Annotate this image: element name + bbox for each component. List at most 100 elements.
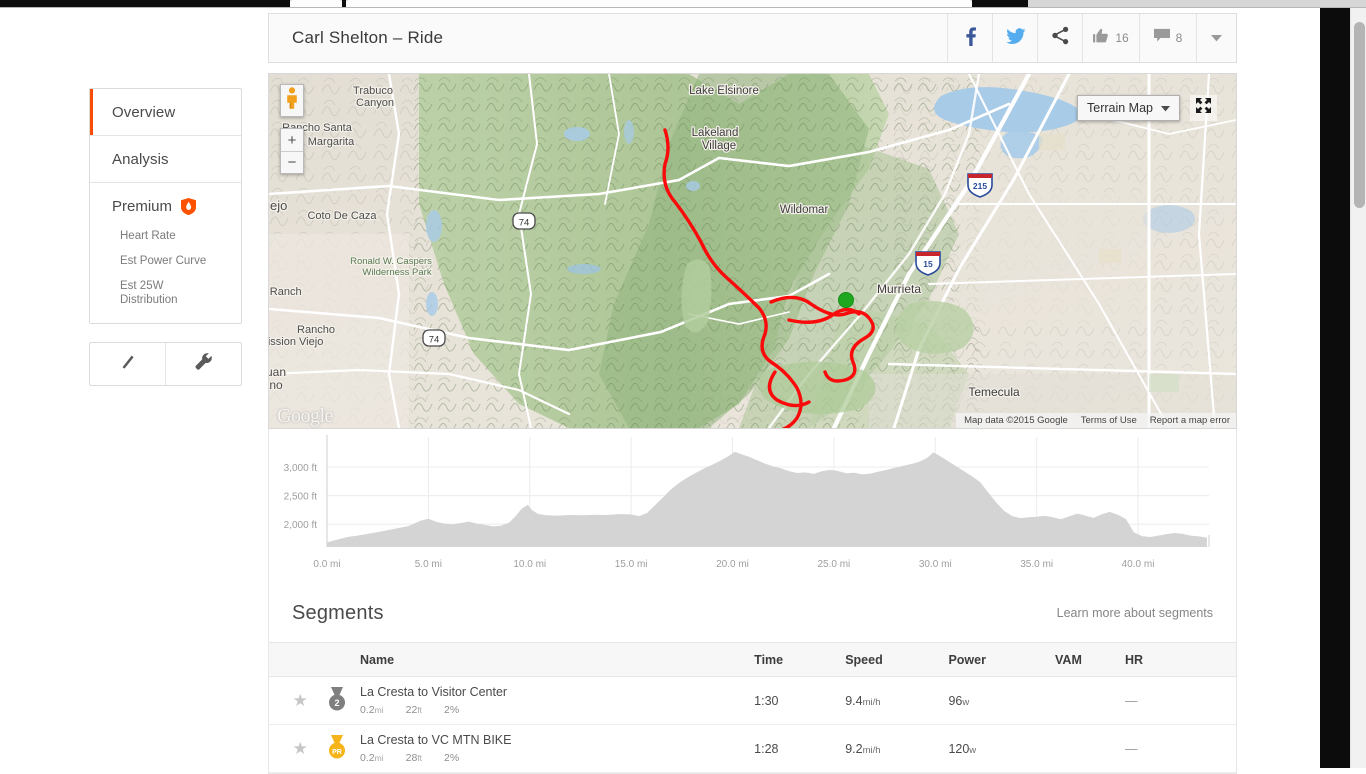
more-options-button[interactable] [1196,14,1236,62]
elevation-area [327,451,1207,547]
share-button[interactable] [1037,14,1082,62]
elevation-chart[interactable]: 2,000 ft 2,500 ft 3,000 ft 0.0 mi 5.0 mi 10.… [268,429,1237,584]
sidebar-item-heart-rate[interactable]: Heart Rate [120,229,212,243]
segment-hr: — [1124,724,1236,773]
window-right-edge [1320,8,1350,768]
sidebar-item-premium[interactable]: Premium [90,183,241,229]
map-zoom-out-button[interactable]: − [281,151,303,173]
elevation-chart-svg: 2,000 ft 2,500 ft 3,000 ft 0.0 mi 5.0 mi 10.… [284,435,1210,570]
map-data-attribution: Map data ©2015 Google [964,415,1068,426]
comment-icon [1153,28,1170,48]
chart-x-tick-label: 0.0 mi [313,559,340,570]
column-header-vam[interactable]: VAM [1055,642,1125,677]
star-icon[interactable]: ★ [293,691,308,710]
segment-medal-cell: 2 [313,676,361,725]
segment-distance: 0.2mi [360,752,384,764]
svg-text:2: 2 [334,698,339,708]
segment-time: 1:30 [754,676,846,725]
medal-icon: 2 [327,687,347,715]
sidebar-item-premium-label: Premium [112,197,173,215]
scrollbar-thumb[interactable] [1354,22,1365,208]
kudos-button[interactable]: 16 [1082,14,1139,62]
column-header-name[interactable]: Name [360,642,755,677]
segment-name-cell[interactable]: La Cresta to VC MTN BIKE 0.2mi 28ft 2% [360,724,755,773]
map-fullscreen-button[interactable] [1190,95,1217,121]
map-type-label: Terrain Map [1087,101,1153,115]
medal-icon: PR [327,735,347,763]
activity-settings-button[interactable] [165,343,241,385]
wrench-icon [194,352,213,376]
map-report-error-link[interactable]: Report a map error [1150,415,1230,426]
twitter-share-button[interactable] [992,14,1037,62]
premium-shield-icon [181,197,197,215]
comments-button[interactable]: 8 [1139,14,1196,62]
thumbs-up-icon [1093,28,1109,49]
browser-chrome-right [972,0,1028,7]
segments-table-body: ★ 2 La Cresta to Visitor Center 0.2mi 22ft 2%… [269,676,1236,773]
segment-star-cell[interactable]: ★ [269,676,314,725]
premium-subnav: Heart Rate Est Power Curve Est 25W Distr… [90,229,241,323]
column-header-medal [313,642,361,677]
segment-medal-cell: PR [313,724,361,773]
chart-x-tick-label: 10.0 mi [513,559,546,570]
segment-name-link[interactable]: La Cresta to Visitor Center [360,685,754,699]
share-icon [1051,26,1070,50]
map-zoom-control[interactable]: + − [280,128,304,174]
segment-star-cell[interactable]: ★ [269,724,314,773]
segments-table-header: Name Time Speed Power VAM HR [269,642,1236,677]
column-header-power[interactable]: Power [948,642,1056,677]
activity-map[interactable]: Trabuco Canyon Rancho Santa Margarita Coto D… [268,73,1237,429]
kudos-count: 16 [1115,31,1129,45]
browser-tab-inactive[interactable] [290,0,342,7]
segment-time: 1:28 [754,724,846,773]
segment-elevation: 28ft [405,752,423,764]
segments-section: Segments Learn more about segments Name … [268,584,1237,774]
map-zoom-in-button[interactable]: + [281,129,303,151]
chart-x-tick-label: 35.0 mi [1020,559,1053,570]
sidebar-item-analysis[interactable]: Analysis [90,136,241,183]
main-content: Carl Shelton – Ride 16 8 Trabuco Canyon … [268,8,1237,774]
twitter-icon [1005,26,1026,51]
chart-x-tick-label: 20.0 mi [716,559,749,570]
table-header-row: Name Time Speed Power VAM HR [269,642,1236,677]
column-header-hr[interactable]: HR [1124,642,1236,677]
map-type-selector[interactable]: Terrain Map [1077,95,1180,121]
segment-vam [1055,676,1125,725]
sidebar: Overview Analysis Premium Heart Rate Est… [89,88,242,386]
chart-y-tick-label: 3,000 ft [284,463,318,474]
segment-name-cell[interactable]: La Cresta to Visitor Center 0.2mi 22ft 2% [360,676,755,725]
segment-speed: 9.4mi/h [845,676,949,725]
page-title: Carl Shelton – Ride [292,28,444,47]
map-terms-link[interactable]: Terms of Use [1081,415,1137,426]
page-canvas: Overview Analysis Premium Heart Rate Est… [0,8,1366,774]
sidebar-item-analysis-label: Analysis [112,150,169,168]
pencil-icon [119,353,136,375]
pegman-street-view-control[interactable] [280,84,304,117]
page-scrollbar[interactable] [1350,8,1366,768]
segment-speed: 9.2mi/h [845,724,949,773]
edit-activity-button[interactable] [90,343,165,385]
browser-tab-active[interactable] [346,0,972,7]
sidebar-item-est-25w-distribution[interactable]: Est 25W Distribution [120,279,212,307]
column-header-speed[interactable]: Speed [845,642,949,677]
sidebar-tool-card [89,342,242,386]
table-row[interactable]: ★ PR La Cresta to VC MTN BIKE 0.2mi 28ft 2% 1:… [269,724,1236,773]
pegman-street-view-icon [285,87,299,114]
learn-more-about-segments-link[interactable]: Learn more about segments [1057,606,1213,620]
segment-name-link[interactable]: La Cresta to VC MTN BIKE [360,733,754,747]
segment-grade: 2% [444,752,460,764]
segment-distance: 0.2mi [360,704,384,716]
facebook-share-button[interactable] [947,14,992,62]
chart-x-tick-label: 5.0 mi [415,559,442,570]
column-header-star [269,642,314,677]
fullscreen-expand-icon [1195,97,1212,119]
column-header-time[interactable]: Time [754,642,846,677]
chart-x-tick-label: 25.0 mi [817,559,850,570]
star-icon[interactable]: ★ [293,739,308,758]
table-row[interactable]: ★ 2 La Cresta to Visitor Center 0.2mi 22ft 2%… [269,676,1236,725]
segment-power: 120w [948,724,1056,773]
chart-x-tick-label: 15.0 mi [615,559,648,570]
sidebar-item-est-power-curve[interactable]: Est Power Curve [120,254,212,268]
comments-count: 8 [1175,31,1183,45]
sidebar-item-overview[interactable]: Overview [90,89,241,136]
